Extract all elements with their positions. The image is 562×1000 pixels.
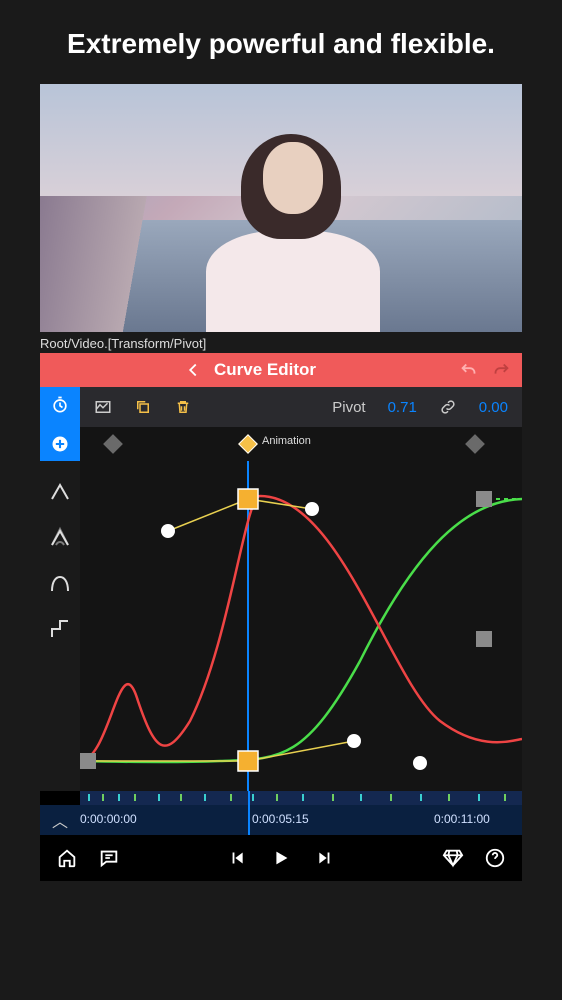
title-bar: Curve Editor	[40, 353, 522, 387]
app-frame: Root/Video.[Transform/Pivot] Curve Edito…	[40, 84, 522, 881]
playhead-icon[interactable]	[248, 791, 250, 835]
ease-presets	[40, 461, 80, 791]
trash-icon[interactable]	[174, 398, 192, 416]
expand-chevron-icon[interactable]: ︿	[40, 808, 80, 832]
ease-step-icon[interactable]	[48, 617, 72, 641]
keyframe-row: Animation	[40, 427, 522, 461]
copy-icon[interactable]	[134, 398, 152, 416]
play-icon[interactable]	[270, 847, 292, 869]
add-keyframe-button[interactable]	[40, 427, 80, 461]
keyframe-marker[interactable]	[465, 434, 485, 454]
timecode-row[interactable]: ︿ 0:00:00:00 0:00:05:15 0:00:11:00	[40, 805, 522, 835]
property-label: Pivot	[332, 399, 365, 416]
value-1[interactable]: 0.71	[388, 399, 417, 416]
video-preview[interactable]	[40, 84, 522, 332]
graph-icon[interactable]	[94, 398, 112, 416]
diamond-gem-icon[interactable]	[442, 847, 464, 869]
side-tab-time[interactable]	[40, 387, 80, 427]
timeline-strip[interactable]	[80, 791, 522, 805]
bottom-bar	[40, 835, 522, 881]
ease-linear-icon[interactable]	[48, 479, 72, 503]
toolbar: Pivot 0.71 0.00	[40, 387, 522, 427]
back-arrow-icon[interactable]	[182, 359, 204, 381]
curve-region	[40, 461, 522, 791]
keyframe-marker-active[interactable]	[238, 434, 258, 454]
keyframe-track[interactable]: Animation	[80, 427, 522, 461]
step-forward-icon[interactable]	[312, 847, 334, 869]
comment-icon[interactable]	[98, 847, 120, 869]
timecode-end: 0:00:11:00	[434, 812, 490, 826]
stopwatch-icon	[50, 395, 70, 415]
plus-circle-icon	[50, 434, 70, 454]
undo-icon[interactable]	[458, 359, 480, 381]
link-icon[interactable]	[439, 398, 457, 416]
ease-spike-icon[interactable]	[48, 525, 72, 549]
editor-title: Curve Editor	[214, 360, 316, 380]
keyframe-marker[interactable]	[103, 434, 123, 454]
redo-icon[interactable]	[490, 359, 512, 381]
step-back-icon[interactable]	[228, 847, 250, 869]
curve-canvas[interactable]	[80, 461, 522, 791]
animation-label: Animation	[262, 435, 311, 447]
value-2[interactable]: 0.00	[479, 399, 508, 416]
breadcrumb: Root/Video.[Transform/Pivot]	[40, 332, 522, 353]
headline: Extremely powerful and flexible.	[0, 0, 562, 84]
home-icon[interactable]	[56, 847, 78, 869]
ease-bell-icon[interactable]	[48, 571, 72, 595]
curve-svg	[80, 461, 522, 791]
timecode-start: 0:00:00:00	[80, 812, 137, 826]
help-icon[interactable]	[484, 847, 506, 869]
timecode-mid: 0:00:05:15	[252, 812, 309, 826]
